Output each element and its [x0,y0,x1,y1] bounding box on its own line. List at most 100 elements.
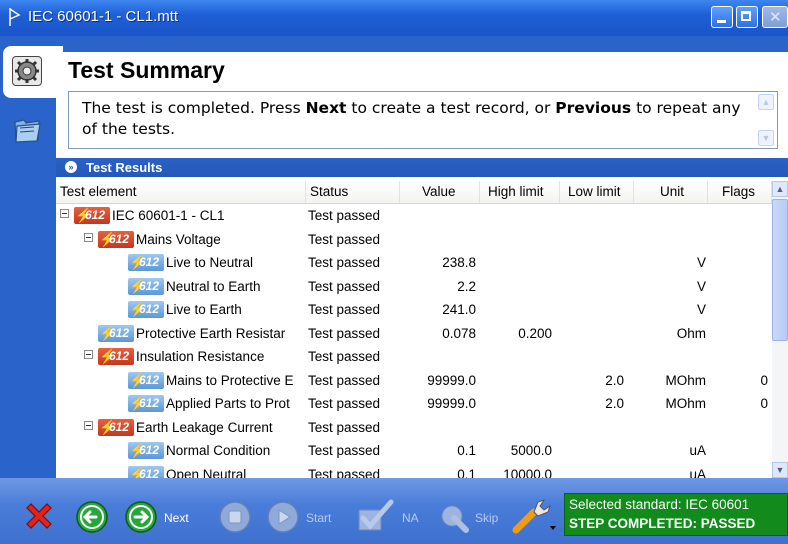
na-button-label[interactable]: NA [402,511,419,525]
cell-flags [708,275,768,298]
instruction-text: The test is completed. Press Next to cre… [82,98,742,140]
summary-tab-gear-icon[interactable] [12,56,42,86]
table-row[interactable]: ⚡ 612 Live to Neutral Test passed 238.8 V [56,251,772,274]
cell-unit [634,416,706,439]
scroll-up-arrow-icon[interactable]: ▲ [758,94,774,110]
cell-unit: V [696,278,706,294]
table-row[interactable]: ⚡ 612 Mains to Protective E Test passed 9999… [56,369,772,392]
table-row[interactable]: ⚡ 612 Normal Condition Test passed 0.1 5000.0… [56,439,772,462]
cell-test-element: IEC 60601-1 - CL1 [112,208,225,223]
table-row[interactable]: ⚡ 612 Earth Leakage Current Test passed [56,416,772,439]
table-row[interactable]: ⚡ 612 Live to Earth Test passed 241.0 V [56,298,772,321]
na-checkmark-icon[interactable] [355,498,397,536]
badge-number: 612 [109,325,130,340]
cell-low-limit [560,275,624,298]
table-row[interactable]: ⚡ 612 Neutral to Earth Test passed 2.2 V [56,275,772,298]
cell-unit [634,228,706,251]
cell-low-limit [560,463,624,479]
close-window-button[interactable] [762,6,788,28]
cell-test-element: Insulation Resistance [136,349,265,364]
table-row[interactable]: ⚡ 612 Insulation Resistance Test passed [56,345,772,368]
cell-test-element: Live to Earth [166,302,242,317]
tree-collapse-toggle[interactable] [84,232,93,242]
cell-high-limit: 5000.0 [510,443,552,458]
previous-button[interactable] [75,500,109,534]
table-row[interactable]: ⚡ 612 Applied Parts to Prot Test passed 9999… [56,392,772,415]
start-button-label[interactable]: Start [306,511,331,525]
test-612-badge-icon: ⚡ 612 [128,254,164,271]
column-header-flags[interactable]: Flags [708,181,772,203]
column-header-unit[interactable]: Unit [634,181,708,203]
start-play-icon[interactable] [266,500,300,534]
scroll-down-arrow-icon[interactable]: ▼ [758,130,774,146]
table-row[interactable]: ⚡ 612 IEC 60601-1 - CL1 Test passed [56,204,772,227]
page-title: Test Summary [68,57,225,83]
cancel-red-x-icon[interactable] [22,499,56,533]
table-row[interactable]: ⚡ 612 Mains Voltage Test passed [56,228,772,251]
cell-unit: uA [689,466,706,479]
cell-low-limit: 2.0 [605,372,624,388]
column-header-test-element[interactable]: Test element [56,181,306,203]
badge-number: 612 [139,278,160,293]
badge-number: 612 [139,372,160,387]
test-612-badge-icon: ⚡ 612 [128,395,164,412]
tools-dropdown-icon[interactable] [510,496,556,536]
cell-low-limit [560,439,624,462]
column-header-value[interactable]: Value [400,181,480,203]
cell-test-element: Mains to Protective E [166,372,294,388]
next-arrow-icon[interactable] [124,500,158,534]
cell-low-limit [560,228,624,251]
application-window: IEC 60601-1 - CL1.mtt Test Summary [0,0,788,544]
table-row[interactable]: ⚡ 612 Protective Earth Resistar Test passed… [56,322,772,345]
test-612-badge-icon: ⚡ 612 [128,277,164,295]
stop-button[interactable] [218,500,252,534]
cell-low-limit [560,204,624,227]
instruction-scrollbar[interactable]: ▲ ▼ [756,93,776,147]
tree-collapse-toggle[interactable] [60,209,69,218]
next-button-label[interactable]: Next [164,511,189,525]
test-612-badge-icon: ⚡ 612 [98,324,134,342]
instruction-next-word: Next [305,99,347,117]
grid-vertical-scrollbar[interactable]: ▲ ▼ [772,181,788,478]
maximize-button[interactable] [736,6,758,28]
cell-status: Test passed [308,278,381,294]
grid-scroll-up-icon[interactable]: ▲ [772,181,788,197]
tree-collapse-toggle[interactable] [84,350,93,359]
grid-scroll-down-icon[interactable]: ▼ [772,462,788,478]
cell-unit: V [696,302,706,317]
cell-test-element: Applied Parts to Prot [166,396,290,411]
test-results-section-header[interactable]: » Test Results [56,158,788,177]
test-612-badge-icon: ⚡ 612 [128,371,164,389]
column-header-high-limit[interactable]: High limit [480,181,560,203]
cell-low-limit [560,298,624,321]
collapse-chevron-icon[interactable]: » [65,161,77,173]
cell-status: Test passed [308,466,381,479]
table-row[interactable]: ⚡ 612 Open Neutral Test passed 0.1 10000.0 uA [56,463,772,479]
badge-number: 612 [139,466,160,479]
skip-wrench-icon[interactable] [432,498,472,536]
cell-low-limit: 2.0 [605,396,624,411]
column-header-low-limit[interactable]: Low limit [560,181,634,203]
records-tab-folder-icon[interactable] [12,114,42,146]
skip-button-label[interactable]: Skip [475,511,498,525]
cell-value: 0.1 [457,466,476,479]
cell-high-limit [480,251,552,274]
title-bar[interactable]: IEC 60601-1 - CL1.mtt [0,0,788,36]
grid-scroll-thumb[interactable] [772,199,788,341]
minimize-button[interactable] [711,6,733,28]
cell-flags: 0 [760,372,768,388]
group-612-badge-icon: ⚡ 612 [74,207,110,224]
cell-test-element: Neutral to Earth [166,278,261,294]
cell-unit: uA [689,443,706,458]
cell-high-limit [480,416,552,439]
tree-collapse-toggle[interactable] [84,420,93,430]
badge-number: 612 [85,208,106,222]
cell-unit: Ohm [676,325,706,341]
instruction-textbox[interactable]: The test is completed. Press Next to cre… [68,91,778,149]
cell-value [400,416,476,439]
cell-flags [708,416,768,439]
cell-flags [708,439,768,462]
column-header-status[interactable]: Status [306,181,400,203]
cell-unit: V [696,255,706,270]
test-612-badge-icon: ⚡ 612 [128,442,164,459]
